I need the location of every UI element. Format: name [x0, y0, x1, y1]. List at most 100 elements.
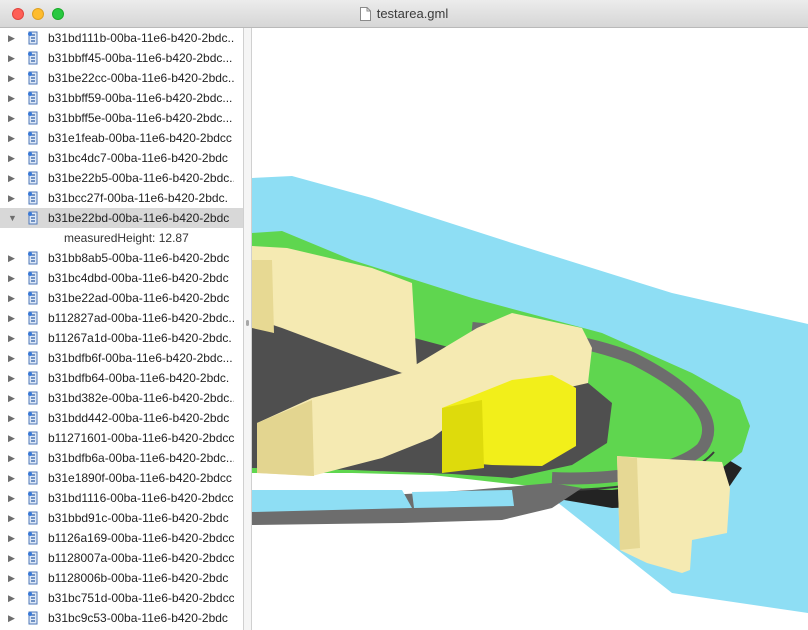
- tree-row[interactable]: ▶ b11271601-00ba-11e6-b420-2bdcc: [0, 428, 243, 448]
- disclosure-collapsed-icon[interactable]: ▶: [8, 448, 15, 468]
- disclosure-collapsed-icon[interactable]: ▶: [8, 508, 15, 528]
- tree-row-label: b1126a169-00ba-11e6-b420-2bdcc: [48, 531, 234, 545]
- building-feature-icon: [28, 31, 38, 45]
- tree-row-label: b31bdd442-00ba-11e6-b420-2bdc: [48, 411, 230, 425]
- disclosure-collapsed-icon[interactable]: ▶: [8, 528, 15, 548]
- disclosure-collapsed-icon[interactable]: ▶: [8, 168, 15, 188]
- tree-row-label: b31be22b5-00ba-11e6-b420-2bdc...: [48, 171, 234, 185]
- disclosure-collapsed-icon[interactable]: ▶: [8, 348, 15, 368]
- disclosure-collapsed-icon[interactable]: ▶: [8, 368, 15, 388]
- tree-row[interactable]: ▶ b31bdfb6a-00ba-11e6-b420-2bdc...: [0, 448, 243, 468]
- building-left-block-side: [252, 260, 274, 333]
- disclosure-collapsed-icon[interactable]: ▶: [8, 88, 15, 108]
- tree-row-label: b31bbff45-00ba-11e6-b420-2bdc...: [48, 51, 233, 65]
- disclosure-expanded-icon[interactable]: ▼: [8, 208, 17, 228]
- tree-row-label: b31bb8ab5-00ba-11e6-b420-2bdc: [48, 251, 230, 265]
- tree-row-label: b112827ad-00ba-11e6-b420-2bdc...: [48, 311, 234, 325]
- tree-row[interactable]: ▶ b1128006b-00ba-11e6-b420-2bdc: [0, 568, 243, 588]
- disclosure-collapsed-icon[interactable]: ▶: [8, 468, 15, 488]
- building-feature-icon: [28, 51, 38, 65]
- disclosure-collapsed-icon[interactable]: ▶: [8, 308, 15, 328]
- tree-row-label: b31bd1116-00ba-11e6-b420-2bdcc: [48, 491, 234, 505]
- tree-row[interactable]: ▶ b11267a1d-00ba-11e6-b420-2bdc.: [0, 328, 243, 348]
- disclosure-collapsed-icon[interactable]: ▶: [8, 428, 15, 448]
- disclosure-collapsed-icon[interactable]: ▶: [8, 128, 15, 148]
- disclosure-collapsed-icon[interactable]: ▶: [8, 148, 15, 168]
- building-feature-icon: [28, 351, 38, 365]
- building-right-shade: [617, 456, 640, 550]
- disclosure-collapsed-icon[interactable]: ▶: [8, 248, 15, 268]
- tree-row[interactable]: ▶ b31bdfb6f-00ba-11e6-b420-2bdc...: [0, 348, 243, 368]
- tree-row[interactable]: ▶ b112827ad-00ba-11e6-b420-2bdc...: [0, 308, 243, 328]
- disclosure-collapsed-icon[interactable]: ▶: [8, 408, 15, 428]
- disclosure-collapsed-icon[interactable]: ▶: [8, 608, 15, 628]
- disclosure-collapsed-icon[interactable]: ▶: [8, 568, 15, 588]
- tree-row[interactable]: ▶ b31bbff59-00ba-11e6-b420-2bdc...: [0, 88, 243, 108]
- disclosure-collapsed-icon[interactable]: ▶: [8, 68, 15, 88]
- tree-row[interactable]: ▶ b31bd1116-00ba-11e6-b420-2bdcc: [0, 488, 243, 508]
- building-feature-icon: [28, 371, 38, 385]
- building-feature-icon: [28, 271, 38, 285]
- building-feature-icon: [28, 91, 38, 105]
- building-feature-icon: [28, 311, 38, 325]
- tree-row[interactable]: ▶ b31bcc27f-00ba-11e6-b420-2bdc.: [0, 188, 243, 208]
- tree-row-label: b31be22ad-00ba-11e6-b420-2bdc: [48, 291, 230, 305]
- split-view-divider[interactable]: [243, 28, 252, 630]
- lower-water-channel-2: [412, 490, 514, 508]
- tree-row[interactable]: ▶ b31bbd91c-00ba-11e6-b420-2bdc: [0, 508, 243, 528]
- tree-row-label: b31bc4dbd-00ba-11e6-b420-2bdc: [48, 271, 229, 285]
- tree-row[interactable]: ▶ b31bc751d-00ba-11e6-b420-2bdcc: [0, 588, 243, 608]
- tree-row-label: b31bc9c53-00ba-11e6-b420-2bdc: [48, 611, 228, 625]
- tree-row[interactable]: ▶ b31bb8ab5-00ba-11e6-b420-2bdc: [0, 248, 243, 268]
- tree-row-label: b11271601-00ba-11e6-b420-2bdcc: [48, 431, 234, 445]
- building-feature-icon: [28, 451, 38, 465]
- disclosure-collapsed-icon[interactable]: ▶: [8, 108, 15, 128]
- disclosure-collapsed-icon[interactable]: ▶: [8, 288, 15, 308]
- building-feature-icon: [28, 291, 38, 305]
- tree-row[interactable]: ▶ b31bbff45-00ba-11e6-b420-2bdc...: [0, 48, 243, 68]
- disclosure-collapsed-icon[interactable]: ▶: [8, 588, 15, 608]
- building-feature-icon: [28, 251, 38, 265]
- tree-row[interactable]: ▶ b31bc9c53-00ba-11e6-b420-2bdc: [0, 608, 243, 628]
- tree-row[interactable]: ▶ b31bdd442-00ba-11e6-b420-2bdc: [0, 408, 243, 428]
- tree-row[interactable]: ▶ b31be22b5-00ba-11e6-b420-2bdc...: [0, 168, 243, 188]
- building-feature-icon: [28, 191, 38, 205]
- tree-row[interactable]: ▶ b31e1890f-00ba-11e6-b420-2bdcc: [0, 468, 243, 488]
- city-model-scene[interactable]: [252, 28, 808, 630]
- feature-tree[interactable]: ▶ b31bd111b-00ba-11e6-b420-2bdc... ▶ b31bbf…: [0, 28, 243, 630]
- tree-row-label: b31be22cc-00ba-11e6-b420-2bdc...: [48, 71, 234, 85]
- attribute-row: measuredHeight: 12.87: [64, 231, 189, 245]
- tree-row[interactable]: ▶ b31bdfb64-00ba-11e6-b420-2bdc.: [0, 368, 243, 388]
- building-feature-icon: [28, 551, 38, 565]
- building-feature-icon: [28, 491, 38, 505]
- tree-row[interactable]: ▶ b31e1feab-00ba-11e6-b420-2bdcc: [0, 128, 243, 148]
- disclosure-collapsed-icon[interactable]: ▶: [8, 48, 15, 68]
- tree-row-label: b31bd111b-00ba-11e6-b420-2bdc...: [48, 31, 234, 45]
- tree-row[interactable]: ▶ b1126a169-00ba-11e6-b420-2bdcc: [0, 528, 243, 548]
- disclosure-collapsed-icon[interactable]: ▶: [8, 28, 15, 48]
- building-feature-icon: [28, 331, 38, 345]
- building-feature-icon: [28, 391, 38, 405]
- title-group: testarea.gml: [0, 0, 808, 27]
- tree-row-label: b31bbff5e-00ba-11e6-b420-2bdc...: [48, 111, 233, 125]
- disclosure-collapsed-icon[interactable]: ▶: [8, 548, 15, 568]
- tree-row[interactable]: ▶ b31bc4dc7-00ba-11e6-b420-2bdc: [0, 148, 243, 168]
- tree-row[interactable]: ▶ b31bc4dbd-00ba-11e6-b420-2bdc: [0, 268, 243, 288]
- tree-row[interactable]: ▶ b31bbff5e-00ba-11e6-b420-2bdc...: [0, 108, 243, 128]
- tree-row[interactable]: ▼ b31be22bd-00ba-11e6-b420-2bdc: [0, 208, 243, 228]
- tree-row[interactable]: ▶ b31bd111b-00ba-11e6-b420-2bdc...: [0, 28, 243, 48]
- disclosure-collapsed-icon[interactable]: ▶: [8, 488, 15, 508]
- 3d-viewport[interactable]: [252, 28, 808, 630]
- tree-row[interactable]: ▶ b31be22cc-00ba-11e6-b420-2bdc...: [0, 68, 243, 88]
- tree-row[interactable]: ▶ b31bd382e-00ba-11e6-b420-2bdc...: [0, 388, 243, 408]
- disclosure-collapsed-icon[interactable]: ▶: [8, 388, 15, 408]
- tree-row-label: b1128006b-00ba-11e6-b420-2bdc: [48, 571, 229, 585]
- disclosure-collapsed-icon[interactable]: ▶: [8, 268, 15, 288]
- divider-grip[interactable]: [246, 320, 249, 326]
- tree-row-label: b31bdfb64-00ba-11e6-b420-2bdc.: [48, 371, 230, 385]
- tree-row[interactable]: ▶ b1128007a-00ba-11e6-b420-2bdcc: [0, 548, 243, 568]
- disclosure-collapsed-icon[interactable]: ▶: [8, 188, 15, 208]
- tree-row[interactable]: ▶ b31be22ad-00ba-11e6-b420-2bdc: [0, 288, 243, 308]
- disclosure-collapsed-icon[interactable]: ▶: [8, 328, 15, 348]
- window-title: testarea.gml: [376, 6, 449, 21]
